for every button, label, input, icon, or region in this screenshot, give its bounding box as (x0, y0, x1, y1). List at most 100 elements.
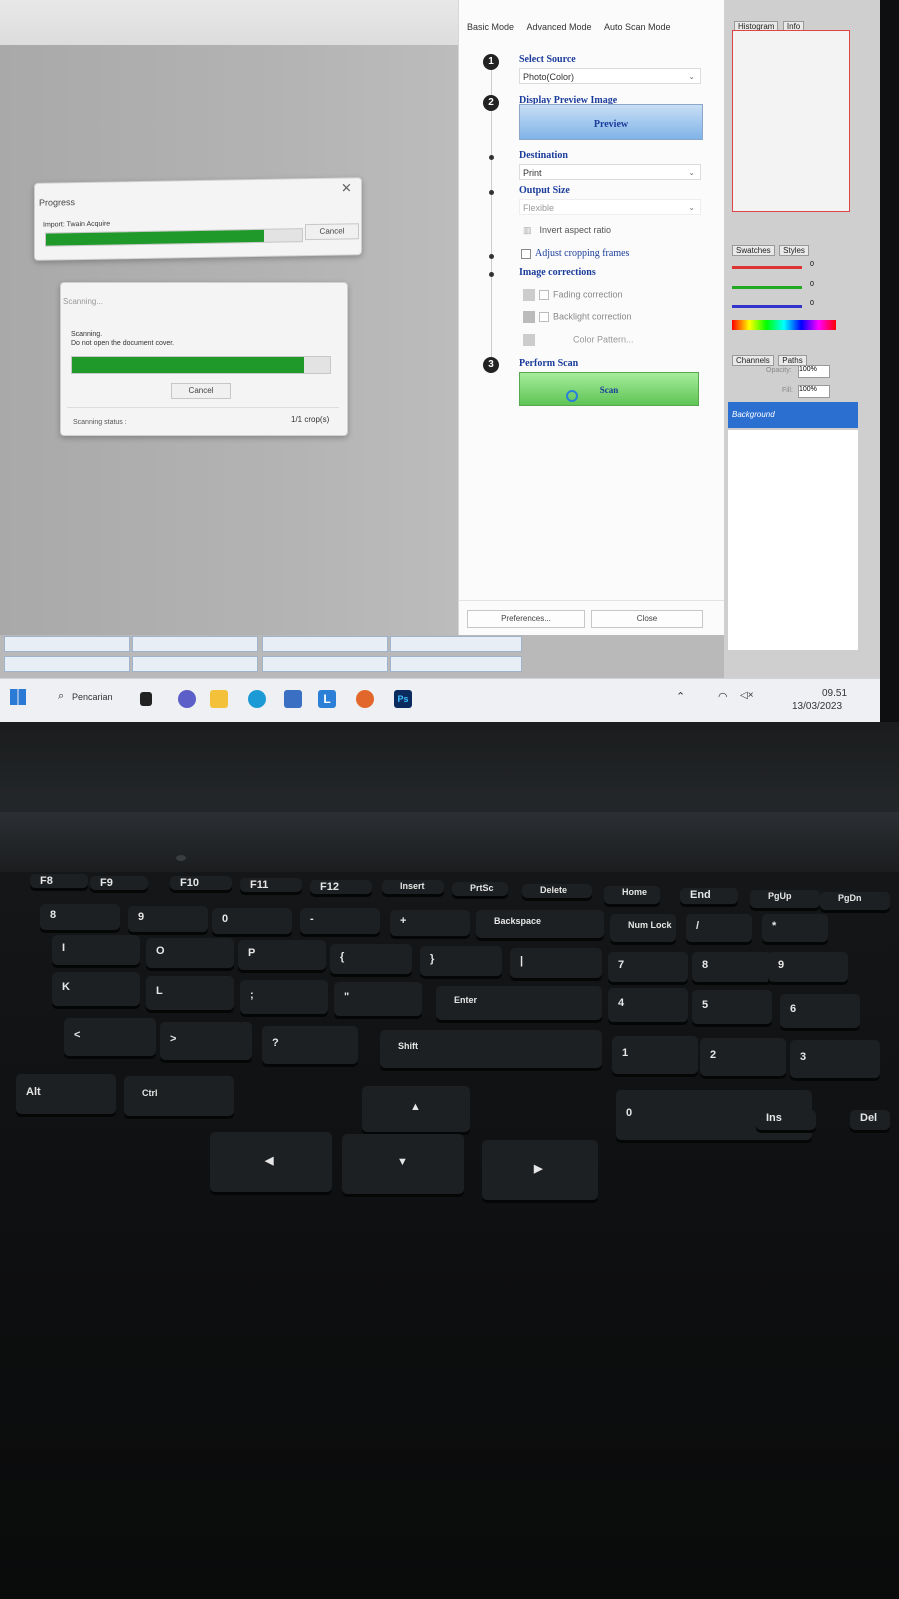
key-2[interactable]: 2 (700, 1038, 786, 1076)
key-9[interactable]: 9 (128, 906, 208, 932)
minimized-window[interactable] (262, 656, 388, 672)
arrow-up-key[interactable]: ▲ (362, 1086, 470, 1132)
key-ins[interactable]: Ins (756, 1110, 816, 1130)
key-enter[interactable]: Enter (436, 986, 602, 1020)
key-i[interactable]: I (52, 935, 140, 965)
file-explorer-icon[interactable] (210, 690, 228, 708)
preview-button[interactable]: Preview (519, 104, 703, 140)
key-del[interactable]: Del (850, 1110, 890, 1130)
key-ctrl[interactable]: Ctrl (124, 1076, 234, 1116)
layer-row[interactable]: Background (728, 402, 858, 428)
key-symbol[interactable]: } (420, 946, 502, 976)
minimized-window[interactable] (4, 636, 130, 652)
arrow-right-key[interactable]: ▶ (482, 1140, 598, 1200)
key-end[interactable]: End (680, 888, 738, 904)
tab-channels[interactable]: Channels (732, 355, 774, 366)
cancel-button[interactable]: Cancel (305, 223, 359, 241)
firefox-icon[interactable] (356, 690, 374, 708)
key-prtsc[interactable]: PrtSc (452, 882, 508, 896)
fill-field[interactable]: 100% (798, 385, 830, 398)
key-f10[interactable]: F10 (170, 876, 232, 890)
green-slider[interactable] (732, 286, 802, 289)
arrow-down-key[interactable]: ▼ (342, 1134, 464, 1194)
key-symbol[interactable]: * (762, 914, 828, 942)
scan-button[interactable]: Scan (519, 372, 699, 406)
key-4[interactable]: 4 (608, 988, 688, 1022)
close-icon[interactable]: ✕ (341, 180, 352, 196)
key-alt[interactable]: Alt (16, 1074, 116, 1114)
photoshop-icon[interactable]: Ps (394, 690, 412, 708)
key-insert[interactable]: Insert (382, 880, 444, 894)
date-label[interactable]: 13/03/2023 (792, 701, 842, 712)
close-button[interactable]: Close (591, 610, 703, 628)
key-8[interactable]: 8 (40, 904, 120, 930)
key-home[interactable]: Home (604, 886, 660, 904)
adjust-checkbox[interactable] (521, 248, 531, 259)
color-pattern-option[interactable]: Color Pattern... (523, 334, 634, 346)
key-delete[interactable]: Delete (522, 884, 592, 898)
key-f11[interactable]: F11 (240, 878, 302, 892)
arrow-left-key[interactable]: ◀ (210, 1132, 332, 1192)
color-spectrum[interactable] (732, 320, 836, 330)
opacity-field[interactable]: 100% (798, 365, 830, 378)
key-symbol[interactable]: - (300, 908, 380, 934)
backlight-checkbox[interactable] (539, 312, 549, 322)
fading-correction-option[interactable]: Fading correction (523, 289, 623, 301)
key-5[interactable]: 5 (692, 990, 772, 1024)
blue-slider[interactable] (732, 305, 802, 308)
key-1[interactable]: 1 (612, 1036, 698, 1074)
edge-icon[interactable] (248, 690, 266, 708)
scanning-cancel-button[interactable]: Cancel (171, 383, 231, 399)
time-label[interactable]: 09.51 (822, 688, 847, 699)
key-7[interactable]: 7 (608, 952, 688, 982)
source-select[interactable]: Photo(Color) ⌄ (519, 68, 701, 84)
key-3[interactable]: 3 (790, 1040, 880, 1078)
red-slider[interactable] (732, 266, 802, 269)
preferences-button[interactable]: Preferences... (467, 610, 585, 628)
minimized-window[interactable] (132, 636, 258, 652)
windows-start-icon[interactable] (10, 689, 26, 705)
key-symbol[interactable]: ? (262, 1026, 358, 1064)
key-o[interactable]: O (146, 938, 234, 968)
key-symbol[interactable]: + (390, 910, 470, 936)
wifi-icon[interactable]: ◠ (718, 690, 728, 703)
tab-swatches[interactable]: Swatches (732, 245, 775, 256)
invert-aspect-ratio-option[interactable]: ▥ Invert aspect ratio (523, 225, 611, 236)
tab-advanced-mode[interactable]: Advanced Mode (526, 22, 591, 32)
tab-styles[interactable]: Styles (779, 245, 809, 256)
destination-select[interactable]: Print ⌄ (519, 164, 701, 180)
key-backspace[interactable]: Backspace (476, 910, 604, 938)
key-9[interactable]: 9 (768, 952, 848, 982)
key-symbol[interactable]: | (510, 948, 602, 978)
key-symbol[interactable]: { (330, 944, 412, 974)
fading-checkbox[interactable] (539, 290, 549, 300)
adjust-cropping-frames-option[interactable]: Adjust cropping frames (521, 248, 629, 259)
key-f8[interactable]: F8 (30, 874, 88, 888)
task-view-icon[interactable] (140, 692, 152, 706)
minimized-window[interactable] (390, 656, 522, 672)
minimized-window[interactable] (4, 656, 130, 672)
key-symbol[interactable]: ; (240, 980, 328, 1014)
search-icon[interactable]: ⌕ (58, 690, 64, 703)
key-l[interactable]: L (146, 976, 234, 1010)
key-k[interactable]: K (52, 972, 140, 1006)
minimized-window[interactable] (390, 636, 522, 652)
key-symbol[interactable]: > (160, 1022, 252, 1060)
teams-icon[interactable] (178, 690, 196, 708)
key-f12[interactable]: F12 (310, 880, 372, 894)
store-icon[interactable] (284, 690, 302, 708)
key-num-lock[interactable]: Num Lock (610, 914, 676, 942)
key-symbol[interactable]: " (334, 982, 422, 1016)
key-pgdn[interactable]: PgDn (820, 892, 890, 910)
key-pgup[interactable]: PgUp (750, 890, 820, 908)
volume-icon[interactable]: ◁× (740, 690, 754, 701)
key-symbol[interactable]: / (686, 914, 752, 942)
minimized-window[interactable] (132, 656, 258, 672)
key-shift[interactable]: Shift (380, 1030, 602, 1068)
l-app-icon[interactable]: L (318, 690, 336, 708)
output-size-select[interactable]: Flexible ⌄ (519, 199, 701, 215)
tab-auto-scan-mode[interactable]: Auto Scan Mode (604, 22, 671, 32)
tray-chevron-up-icon[interactable]: ⌃ (676, 690, 685, 703)
key-symbol[interactable]: < (64, 1018, 156, 1056)
key-0[interactable]: 0 (212, 908, 292, 934)
